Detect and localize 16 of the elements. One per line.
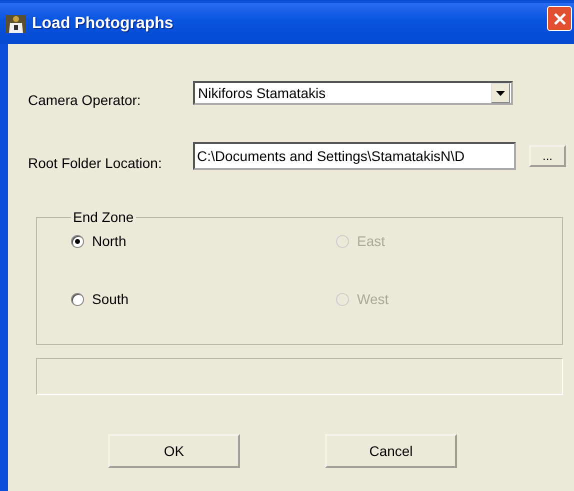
radio-option[interactable]: South (71, 291, 336, 307)
browse-button[interactable]: ... (529, 145, 566, 167)
player-icon (6, 14, 26, 32)
dialog-button[interactable]: OK (108, 434, 240, 468)
window-title: Load Photographs (32, 14, 174, 32)
operator-dropdown[interactable]: Nikiforos Stamatakis (193, 81, 513, 105)
group-title: End Zone (72, 209, 135, 225)
radio-button[interactable] (71, 234, 84, 248)
radio-button[interactable] (71, 292, 84, 306)
dialog-button[interactable]: Cancel (325, 434, 457, 468)
close-button[interactable] (547, 6, 572, 31)
close-icon[interactable] (552, 12, 566, 26)
field-label: Camera Operator: (27, 92, 142, 108)
folder-path-field[interactable]: C:\Documents and Settings\StamatakisN\D (193, 142, 516, 170)
radio-option[interactable]: North (71, 233, 336, 249)
field-label: Root Folder Location: (27, 155, 163, 171)
